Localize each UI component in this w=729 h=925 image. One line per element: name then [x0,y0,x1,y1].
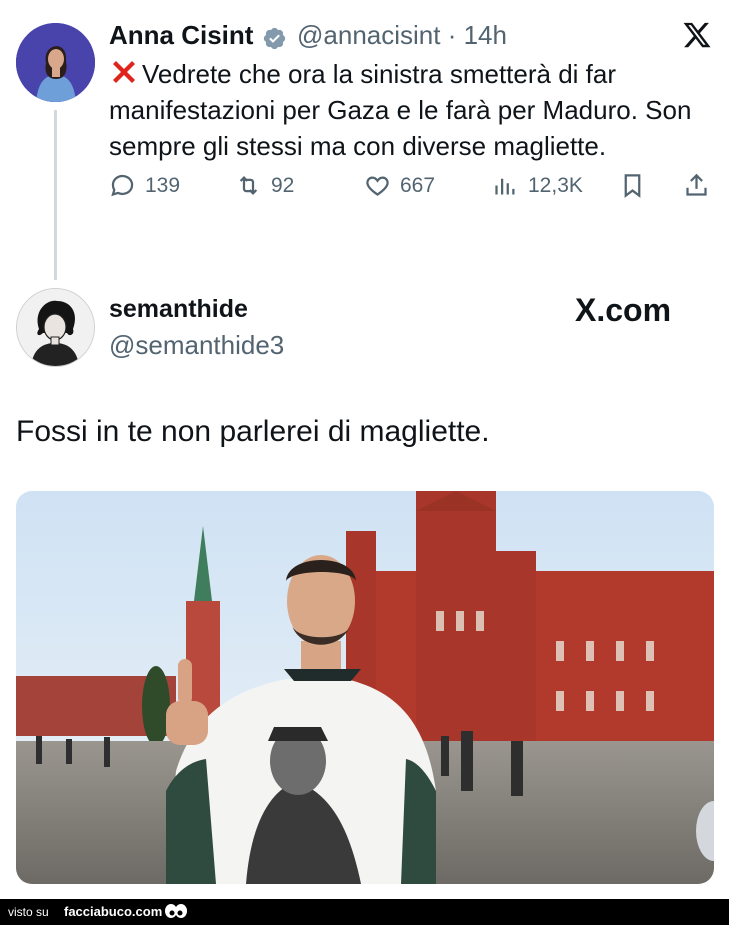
eyes-logo-icon [165,904,187,918]
thread-connector-line [54,110,57,280]
bookmark-icon [624,174,641,198]
reply-icon [111,174,134,197]
reply-action[interactable]: 139 [109,172,180,199]
tweet-action-bar: 139 92 667 12,3K [109,172,714,202]
x-logo-icon[interactable] [682,20,712,50]
reply-author-name[interactable]: semanthide [109,295,248,324]
tweet-text: Vedrete che ora la sinistra smetterà di … [109,59,692,161]
tweet-author-name[interactable]: Anna Cisint [109,20,253,51]
visto-su-label: visto su [8,905,49,919]
reply-text: Fossi in te non parlerei di magliette. [16,415,490,448]
red-square-photo-image [16,491,714,884]
like-count: 667 [400,173,436,197]
watermark-footer: visto su facciabuco.com [0,899,729,925]
repost-icon [239,176,258,195]
semanthide-avatar[interactable] [16,288,95,367]
repost-action[interactable]: 92 [235,172,294,199]
facciabuco-brand[interactable]: facciabuco.com [64,904,162,919]
views-chart-icon [495,178,515,195]
heart-icon [366,176,389,196]
reply-count: 139 [145,173,181,197]
avatar-portrait-image [16,23,95,102]
tweet-body: Vedrete che ora la sinistra smetterà di … [109,56,709,164]
share-icon [686,173,707,196]
repost-count: 92 [271,173,295,197]
anna-cisint-avatar[interactable] [16,23,95,102]
bookmark-action[interactable] [619,172,646,199]
avatar-illustration-image [17,289,94,366]
verified-badge-icon [263,27,286,50]
tweet-handle-and-time[interactable]: @annacisint · 14h [297,20,507,51]
share-action[interactable] [683,172,710,199]
red-cross-mark-icon [113,61,135,83]
views-action[interactable]: 12,3K [492,172,583,199]
views-count: 12,3K [528,173,583,197]
x-com-label: X.com [575,292,672,328]
reply-author-handle[interactable]: @semanthide3 [109,330,284,361]
like-action[interactable]: 667 [364,172,435,199]
reply-attached-photo[interactable] [16,491,714,884]
